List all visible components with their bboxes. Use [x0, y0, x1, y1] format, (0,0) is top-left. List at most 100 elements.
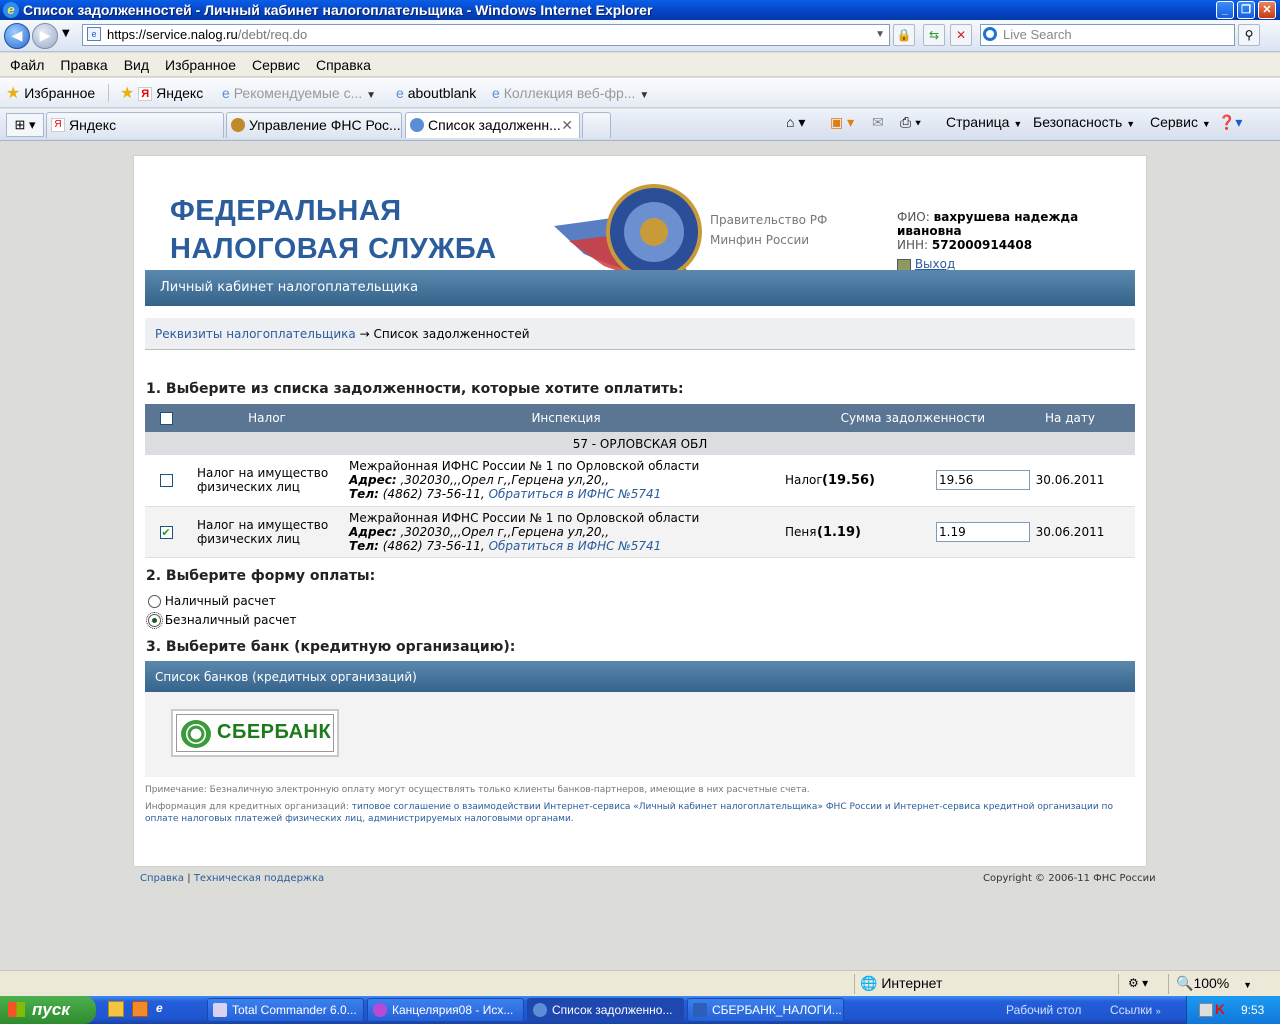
tab-debt-list[interactable]: Список задолженн... ✕: [405, 112, 580, 138]
zone-indicator: 🌐 Интернет: [860, 971, 942, 996]
start-button[interactable]: пуск: [0, 996, 96, 1024]
menu-favorites[interactable]: Избранное: [159, 53, 242, 77]
links-toolbar[interactable]: Ссылки »: [1110, 996, 1161, 1024]
address-row: ◀ ▶ ▼ e https://service.nalog.ru/debt/re…: [0, 20, 1280, 52]
footer-help-link[interactable]: Справка: [140, 873, 184, 884]
protected-mode-icon[interactable]: ⚙ ▾: [1128, 971, 1148, 996]
minimize-button[interactable]: _: [1216, 1, 1234, 19]
zoom-control[interactable]: 🔍100% ▼: [1176, 971, 1252, 998]
quicklaunch-ie-icon[interactable]: e: [156, 1001, 163, 1015]
fav-yandex[interactable]: ★ Я Яндекс: [120, 78, 203, 109]
copyright: Copyright © 2006-11 ФНС России: [983, 873, 1156, 884]
row-checkbox[interactable]: ✔: [159, 525, 173, 539]
cash-label: Наличный расчет: [164, 594, 276, 608]
help-icon[interactable]: ❓▾: [1218, 109, 1242, 135]
amount-input[interactable]: 19.56: [936, 470, 1030, 490]
link-minfin[interactable]: Минфин России: [710, 230, 827, 250]
sum-amount: (1.19): [817, 524, 861, 540]
col-inspection: Инспекция: [347, 404, 785, 432]
region-row: 57 - ОРЛОВСКАЯ ОБЛ: [145, 432, 1135, 455]
show-desktop-icon[interactable]: [108, 1001, 124, 1017]
logo-line-1: ФЕДЕРАЛЬНАЯ: [170, 195, 402, 227]
add-favorite-icon: ★: [120, 85, 135, 102]
yandex-icon: Я: [51, 118, 65, 132]
tab-fns-management[interactable]: Управление ФНС Рос...: [226, 112, 402, 138]
sberbank-button[interactable]: СБЕРБАНК: [171, 709, 339, 757]
menu-view[interactable]: Вид: [118, 53, 155, 77]
address-label: Адрес:: [349, 524, 397, 539]
pay-cash-option[interactable]: Наличный расчет: [148, 593, 276, 609]
address-bar[interactable]: e https://service.nalog.ru/debt/req.do ▼: [82, 24, 890, 46]
lock-icon[interactable]: 🔒: [893, 24, 915, 46]
tray-network-icon[interactable]: [1199, 1003, 1213, 1017]
inspection-phone: (4862) 73-56-11,: [382, 487, 485, 502]
task-sberbank-taxes[interactable]: СБЕРБАНК_НАЛОГИ...: [687, 998, 844, 1022]
security-menu[interactable]: Безопасность ▼: [1033, 109, 1135, 137]
page-menu[interactable]: Страница ▼: [946, 109, 1022, 137]
fav-web-slices[interactable]: e Коллекция веб-фр... ▼: [492, 78, 649, 111]
tray-antivirus-icon[interactable]: K: [1215, 1001, 1225, 1017]
step1-heading: 1. Выберите из списка задолженности, кот…: [146, 381, 684, 397]
home-icon[interactable]: ⌂ ▾: [786, 109, 805, 135]
windows-logo-icon: [8, 1002, 25, 1017]
maximize-button[interactable]: ❐: [1237, 1, 1255, 19]
quicklaunch-app-icon[interactable]: [132, 1001, 148, 1017]
feeds-icon[interactable]: ▣ ▾: [830, 109, 854, 135]
contact-ifns-link[interactable]: Обратиться в ИФНС №5741: [489, 487, 662, 501]
favorites-star-icon: ★: [6, 85, 21, 102]
close-button[interactable]: ✕: [1258, 1, 1276, 19]
menu-edit[interactable]: Правка: [54, 53, 113, 77]
fav-aboutblank[interactable]: e aboutblank: [396, 78, 476, 108]
menu-file[interactable]: Файл: [4, 53, 50, 77]
refresh-icon[interactable]: ⇆: [923, 24, 945, 46]
row-checkbox[interactable]: [159, 474, 173, 488]
fns-emblem-icon: [231, 118, 245, 132]
tax-name: Налог на имущество физических лиц: [187, 455, 347, 507]
history-dropdown-icon[interactable]: ▼: [62, 28, 70, 39]
back-button[interactable]: ◀: [4, 23, 30, 49]
print-icon[interactable]: ⎙ ▾: [900, 109, 921, 135]
taskbar: пуск e Total Commander 6.0... Канцелярия…: [0, 996, 1280, 1024]
quick-tabs-icon[interactable]: ⊞ ▾: [6, 113, 44, 137]
menu-help[interactable]: Справка: [310, 53, 377, 77]
close-tab-icon[interactable]: ✕: [561, 113, 573, 137]
select-all-checkbox[interactable]: [159, 412, 173, 425]
sum-amount: (19.56): [822, 473, 876, 488]
favorites-button[interactable]: ★ Избранное: [6, 78, 95, 109]
stop-icon[interactable]: ✕: [950, 24, 972, 46]
search-input[interactable]: Live Search: [980, 24, 1235, 46]
pay-noncash-option[interactable]: Безналичный расчет: [146, 612, 297, 629]
task-total-commander[interactable]: Total Commander 6.0...: [207, 998, 364, 1022]
mail-icon[interactable]: ✉: [872, 109, 884, 135]
col-sum: Сумма задолженности: [785, 404, 1005, 432]
menu-tools[interactable]: Сервис: [246, 53, 306, 77]
tools-menu[interactable]: Сервис ▼: [1150, 109, 1211, 137]
crumb-requisites-link[interactable]: Реквизиты налогоплательщика: [155, 327, 356, 341]
footer-support-link[interactable]: Техническая поддержка: [194, 873, 324, 884]
link-government[interactable]: Правительство РФ: [710, 210, 827, 230]
task-debt-list[interactable]: Список задолженно...: [527, 998, 684, 1022]
favorites-bar: ★ Избранное ★ Я Яндекс e Рекомендуемые с…: [0, 78, 1280, 108]
task-kancelyariya[interactable]: Канцелярия08 - Исх...: [367, 998, 524, 1022]
contact-ifns-link[interactable]: Обратиться в ИФНС №5741: [489, 539, 662, 553]
step3-heading: 3. Выберите банк (кредитную организацию)…: [146, 639, 516, 655]
tab-yandex[interactable]: Я Яндекс: [46, 112, 224, 138]
col-tax: Налог: [187, 404, 347, 432]
cash-radio[interactable]: [148, 595, 161, 608]
fav-recommended[interactable]: e Рекомендуемые с... ▼: [222, 78, 376, 111]
sum-cell: Налог (19.56) 19.56: [785, 455, 1030, 507]
sberbank-label: СБЕРБАНК: [217, 721, 332, 743]
system-tray: K 9:53: [1186, 996, 1280, 1024]
address-dropdown-icon[interactable]: ▼: [875, 25, 885, 45]
search-button-icon[interactable]: ⚲: [1238, 24, 1260, 46]
logout-link[interactable]: Выход: [915, 257, 955, 271]
new-tab-button[interactable]: [582, 112, 611, 138]
amount-input[interactable]: 1.19: [936, 521, 1030, 542]
noncash-radio[interactable]: [146, 612, 163, 629]
sum-type: Налог: [785, 473, 823, 487]
desktop-toolbar[interactable]: Рабочий стол: [1006, 996, 1081, 1024]
divider: [108, 84, 109, 102]
fio-label: ФИО:: [897, 210, 930, 224]
page-icon: e: [87, 27, 101, 41]
forward-button[interactable]: ▶: [32, 23, 58, 49]
